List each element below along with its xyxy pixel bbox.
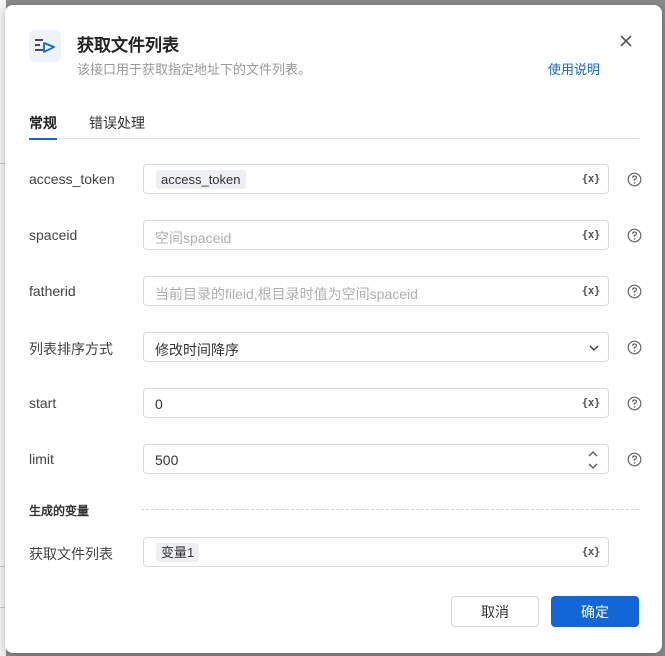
start-value: 0	[155, 396, 163, 412]
row-output-variable: 获取文件列表 变量1 {x}	[29, 537, 643, 569]
row-spaceid: spaceid 空间spaceid {x}	[29, 220, 643, 252]
access-token-input[interactable]: access_token {x}	[143, 164, 609, 194]
chevron-down-icon[interactable]	[588, 342, 600, 354]
row-limit: limit 500	[29, 444, 643, 476]
fatherid-input[interactable]: 当前目录的fileid,根目录时值为空间spaceid {x}	[143, 276, 609, 306]
help-icon[interactable]	[627, 396, 642, 411]
close-icon[interactable]	[617, 32, 635, 50]
dialog-title: 获取文件列表	[77, 36, 179, 55]
variable-icon[interactable]: {x}	[582, 545, 601, 558]
output-variable-label: 获取文件列表	[29, 546, 113, 562]
variable-icon[interactable]: {x}	[582, 396, 601, 409]
help-link[interactable]: 使用说明	[548, 59, 600, 78]
sort-label: 列表排序方式	[29, 341, 113, 357]
tab-bar: 常规 错误处理	[29, 111, 639, 140]
sort-value: 修改时间降序	[155, 342, 239, 358]
variable-icon[interactable]: {x}	[582, 172, 601, 185]
spaceid-placeholder: 空间spaceid	[155, 230, 232, 246]
variable-icon[interactable]: {x}	[582, 284, 601, 297]
limit-number-input[interactable]: 500	[143, 444, 609, 474]
row-start: start 0 {x}	[29, 388, 643, 420]
spaceid-input[interactable]: 空间spaceid {x}	[143, 220, 609, 250]
help-icon[interactable]	[627, 340, 642, 355]
variable-icon[interactable]: {x}	[582, 228, 601, 241]
start-input[interactable]: 0 {x}	[143, 388, 609, 418]
file-list-icon	[29, 30, 61, 62]
fatherid-label: fatherid	[29, 283, 76, 299]
confirm-button[interactable]: 确定	[551, 596, 639, 627]
cancel-button[interactable]: 取消	[451, 596, 539, 627]
sort-select[interactable]: 修改时间降序	[143, 332, 609, 362]
limit-label: limit	[29, 451, 54, 467]
access-token-chip[interactable]: access_token	[156, 170, 246, 189]
tab-error-handling[interactable]: 错误处理	[89, 113, 145, 133]
help-icon[interactable]	[627, 172, 642, 187]
tab-general[interactable]: 常规	[29, 113, 57, 140]
spaceid-label: spaceid	[29, 227, 78, 243]
output-section-title: 生成的变量	[29, 504, 90, 518]
output-variable-chip[interactable]: 变量1	[156, 543, 200, 562]
limit-value: 500	[155, 452, 179, 468]
help-icon[interactable]	[627, 452, 642, 467]
dialog: 获取文件列表 该接口用于获取指定地址下的文件列表。 使用说明 常规 错误处理 a…	[5, 5, 662, 653]
dialog-subtitle: 该接口用于获取指定地址下的文件列表。	[77, 62, 312, 77]
row-fatherid: fatherid 当前目录的fileid,根目录时值为空间spaceid {x}	[29, 276, 643, 308]
access-token-label: access_token	[29, 171, 115, 187]
section-divider	[141, 509, 639, 510]
output-variable-input[interactable]: 变量1 {x}	[143, 537, 609, 567]
start-label: start	[29, 395, 57, 411]
fatherid-placeholder: 当前目录的fileid,根目录时值为空间spaceid	[155, 286, 418, 302]
row-access-token: access_token access_token {x}	[29, 164, 643, 196]
stepper-icon[interactable]	[586, 447, 600, 473]
row-sort: 列表排序方式 修改时间降序	[29, 332, 643, 364]
help-icon[interactable]	[627, 228, 642, 243]
help-icon[interactable]	[627, 284, 642, 299]
